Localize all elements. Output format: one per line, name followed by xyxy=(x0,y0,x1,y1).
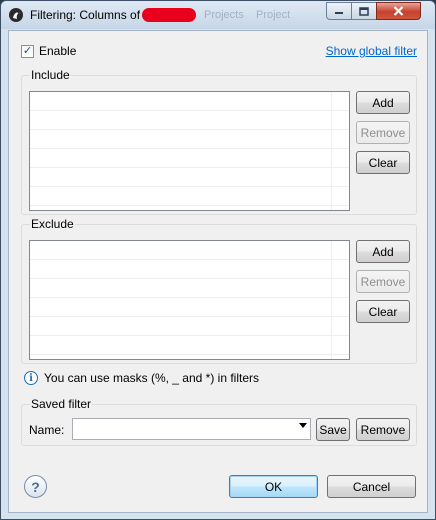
dialog-body: ✓ Enable Show global filter Include Add … xyxy=(8,30,428,513)
minimize-icon xyxy=(335,12,343,14)
exclude-clear-button[interactable]: Clear xyxy=(356,300,410,323)
close-button[interactable] xyxy=(376,2,421,20)
chevron-down-icon[interactable] xyxy=(299,423,307,428)
exclude-group-label: Exclude xyxy=(30,217,75,231)
maximize-icon xyxy=(359,6,369,16)
enable-checkbox[interactable]: ✓ xyxy=(21,44,34,58)
name-label: Name: xyxy=(29,423,65,437)
include-remove-button[interactable]: Remove xyxy=(356,121,410,144)
saved-filter-group: Saved filter Name: Save Remove xyxy=(21,397,417,446)
enable-checkbox-row[interactable]: ✓ Enable xyxy=(21,44,76,58)
cancel-button[interactable]: Cancel xyxy=(327,475,416,498)
exclude-list[interactable] xyxy=(29,240,350,360)
include-add-button[interactable]: Add xyxy=(356,91,410,114)
close-icon xyxy=(393,6,404,16)
window-title: Filtering: Columns of xyxy=(30,8,141,22)
help-icon[interactable]: ? xyxy=(24,475,47,498)
exclude-remove-button[interactable]: Remove xyxy=(356,270,410,293)
include-group-label: Include xyxy=(30,68,71,82)
save-filter-button[interactable]: Save xyxy=(316,418,350,441)
masks-hint-text: You can use masks (%, _ and *) in filter… xyxy=(44,371,259,385)
ok-button[interactable]: OK xyxy=(229,475,318,498)
include-clear-button[interactable]: Clear xyxy=(356,151,410,174)
filter-name-combo[interactable] xyxy=(72,418,311,440)
show-global-filter-link[interactable]: Show global filter xyxy=(326,44,417,58)
masks-hint: i You can use masks (%, _ and *) in filt… xyxy=(24,371,259,385)
maximize-button[interactable] xyxy=(351,2,377,20)
info-icon: i xyxy=(24,371,38,385)
background-tab-projects: Projects xyxy=(204,9,244,21)
background-tab-project: Project xyxy=(256,9,291,21)
include-list[interactable] xyxy=(29,91,350,211)
remove-filter-button[interactable]: Remove xyxy=(356,418,410,441)
exclude-add-button[interactable]: Add xyxy=(356,240,410,263)
exclude-group: Exclude Add Remove Clear xyxy=(21,217,417,364)
enable-label: Enable xyxy=(39,44,77,58)
minimize-button[interactable] xyxy=(326,2,352,20)
redacted-mark xyxy=(142,8,196,22)
include-group: Include Add Remove Clear xyxy=(21,68,417,215)
saved-filter-label: Saved filter xyxy=(30,397,93,411)
filter-window: Filtering: Columns of Projects Project ✓… xyxy=(0,0,436,520)
title-bar[interactable]: Filtering: Columns of Projects Project xyxy=(1,1,435,29)
app-icon xyxy=(8,7,24,23)
